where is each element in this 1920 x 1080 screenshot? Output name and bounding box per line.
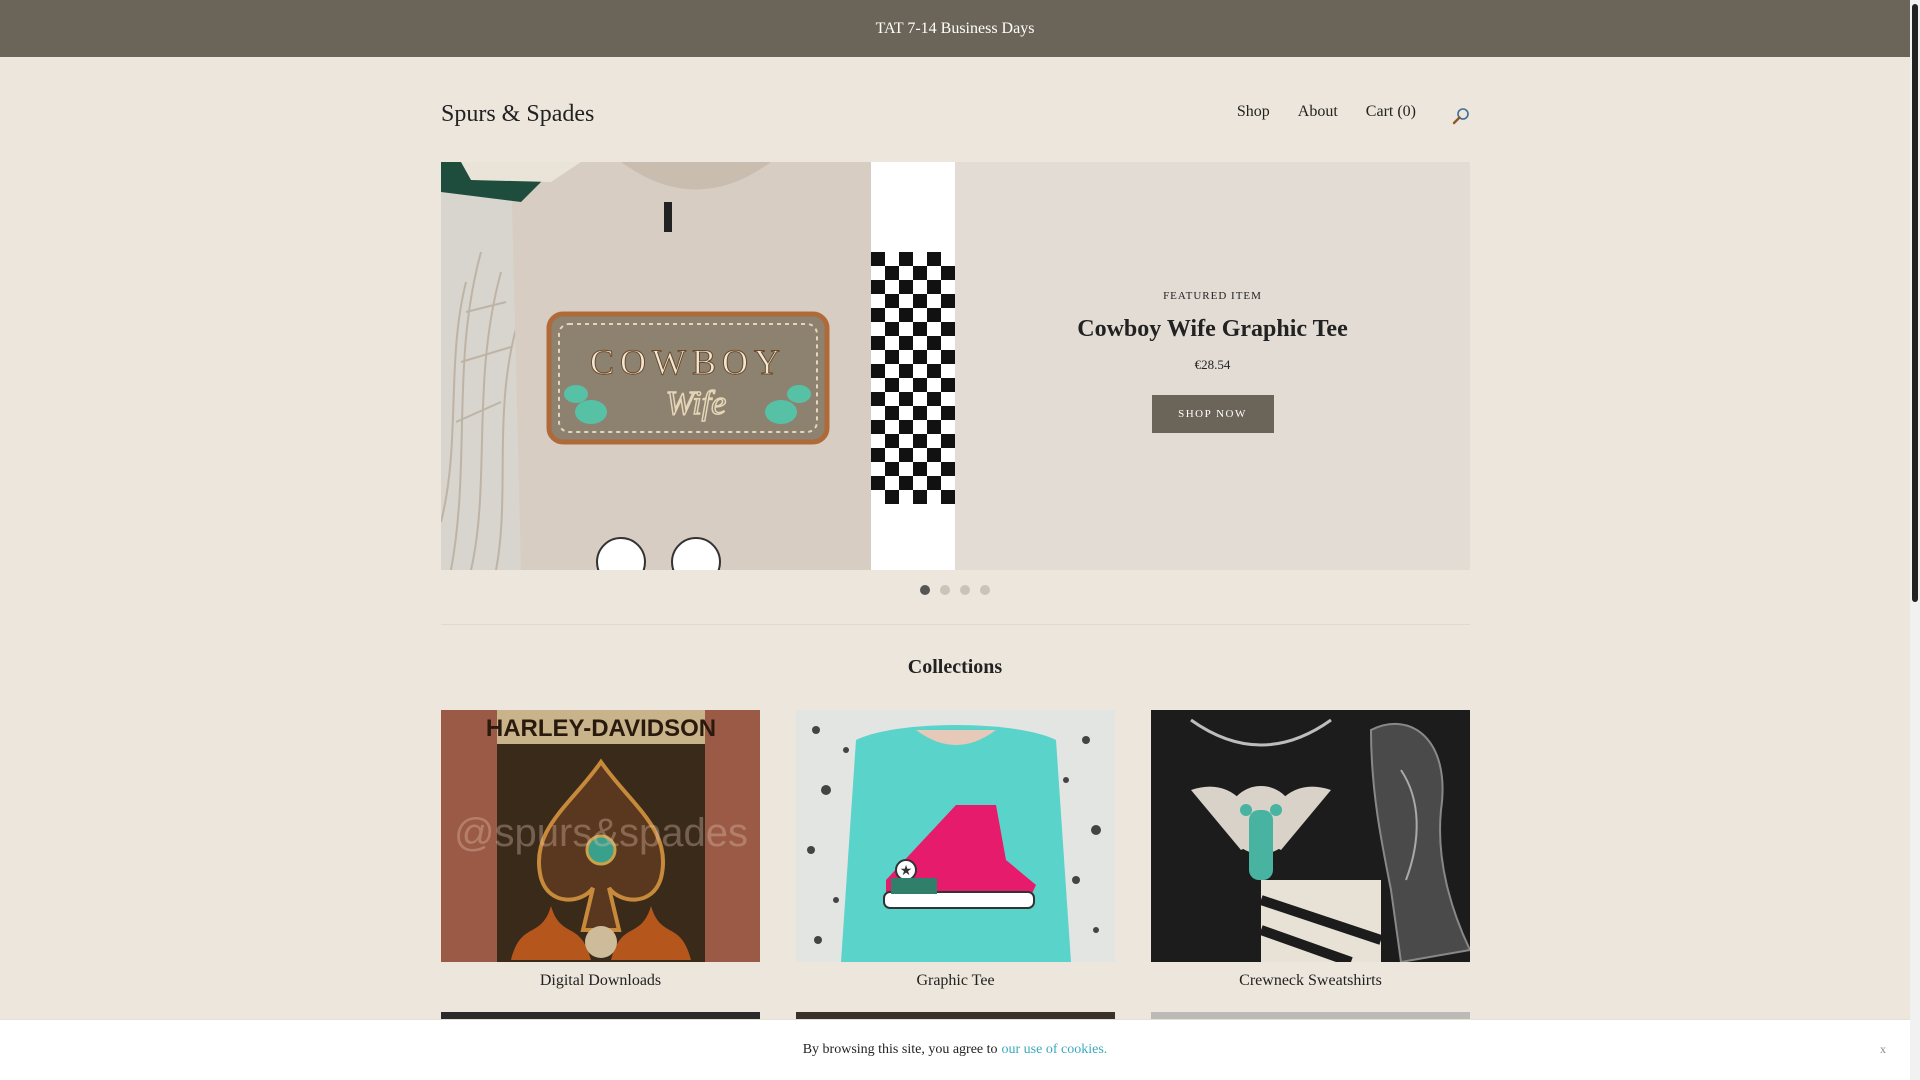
- collection-watermark: @spurs&spades: [454, 811, 748, 855]
- collection-label[interactable]: Graphic Tee: [796, 972, 1115, 990]
- nav-shop-link[interactable]: Shop: [1237, 103, 1270, 121]
- collection-label[interactable]: Crewneck Sweatshirts: [1151, 972, 1470, 990]
- site-logo[interactable]: Spurs & Spades: [441, 101, 594, 128]
- slide-dot-4[interactable]: [980, 585, 990, 595]
- collection-image-crewneck-sweatshirts[interactable]: [1151, 710, 1470, 962]
- collections-heading: Collections: [907, 656, 1003, 678]
- shirt-text-bottom: Wife: [666, 385, 726, 422]
- close-icon[interactable]: x: [1880, 1042, 1886, 1057]
- collection-image-digital-downloads[interactable]: HARLEY-DAVIDSON @spurs&spades: [441, 710, 760, 962]
- section-divider: [441, 624, 1470, 625]
- site-header: Spurs & Spades Shop About Cart (0): [441, 95, 1470, 137]
- search-icon[interactable]: [1452, 107, 1470, 125]
- slideshow-pagination: [0, 585, 1910, 595]
- shirt-text-top: COWBOY: [590, 342, 786, 382]
- slide-dot-3[interactable]: [960, 585, 970, 595]
- announcement-text: TAT 7-14 Business Days: [875, 19, 1035, 37]
- slide-dot-2[interactable]: [940, 585, 950, 595]
- collection-label[interactable]: Digital Downloads: [441, 972, 760, 990]
- slide-dot-1[interactable]: [920, 585, 930, 595]
- featured-kicker: FEATURED ITEM: [1163, 289, 1262, 302]
- svg-text:★: ★: [900, 864, 913, 879]
- nav-about-link[interactable]: About: [1298, 103, 1338, 121]
- featured-product-info: FEATURED ITEM Cowboy Wife Graphic Tee €2…: [955, 162, 1470, 570]
- tshirt-illustration: COWBOY Wife: [441, 162, 955, 570]
- collection-art-text: HARLEY-DAVIDSON: [486, 715, 716, 742]
- nav-cart-link[interactable]: Cart (0): [1366, 103, 1416, 121]
- featured-hero: COWBOY Wife FEATURED ITEM Cowboy Wife Gr…: [441, 162, 1470, 570]
- cookie-policy-link[interactable]: our use of cookies.: [1002, 1042, 1108, 1058]
- featured-product-price: €28.54: [1194, 356, 1231, 372]
- main-nav: Shop About Cart (0): [1209, 103, 1470, 125]
- scrollbar[interactable]: [1910, 0, 1920, 1080]
- featured-product-image[interactable]: COWBOY Wife: [441, 162, 955, 570]
- collection-card-digital-downloads[interactable]: HARLEY-DAVIDSON @spurs&spades Digital Do…: [441, 710, 760, 990]
- announcement-bar: TAT 7-14 Business Days: [0, 0, 1910, 57]
- collection-image-graphic-tee[interactable]: ★: [796, 710, 1115, 962]
- shop-now-button[interactable]: SHOP NOW: [1151, 394, 1274, 433]
- cookie-banner: By browsing this site, you agree to our …: [0, 1019, 1910, 1080]
- scrollbar-thumb[interactable]: [1912, 4, 1918, 602]
- collection-card-graphic-tee[interactable]: ★ Graphic Tee: [796, 710, 1115, 990]
- featured-product-title[interactable]: Cowboy Wife Graphic Tee: [1077, 316, 1347, 343]
- collection-card-crewneck-sweatshirts[interactable]: Crewneck Sweatshirts: [1151, 710, 1470, 990]
- cookie-text: By browsing this site, you agree to: [802, 1042, 998, 1057]
